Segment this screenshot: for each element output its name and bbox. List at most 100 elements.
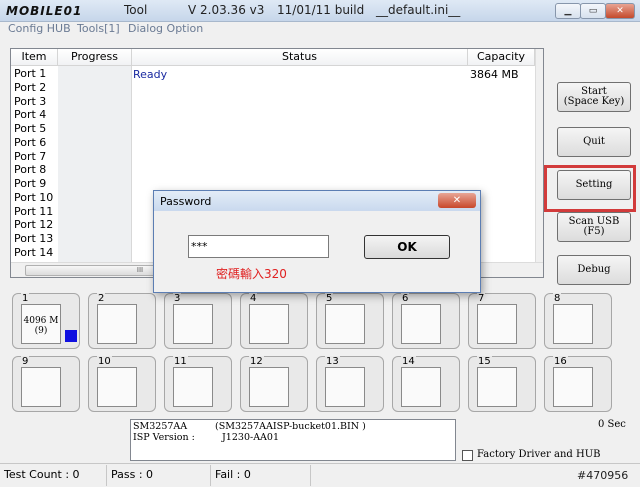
table-row[interactable]: Port 5 (14, 122, 46, 136)
port-slot-8[interactable]: 8 (544, 293, 612, 349)
table-row[interactable]: Port 7 (14, 150, 46, 164)
slot-display (401, 367, 441, 407)
menu-bar: Config HUB Tools[1] Dialog Option (0, 22, 640, 38)
pass-count: Pass : 0 (107, 465, 211, 486)
debug-button[interactable]: Debug (557, 255, 631, 285)
menu-dialog-option[interactable]: Dialog Option (128, 22, 203, 36)
isp-version-value: J1230-AA01 (222, 432, 280, 443)
port-slot-15[interactable]: 15 (468, 356, 536, 412)
minimize-button[interactable]: ▁ (555, 3, 581, 19)
slot-number: 12 (249, 356, 264, 367)
table-row[interactable]: Port 14 (14, 246, 53, 260)
quit-button[interactable]: Quit (557, 127, 631, 157)
port-slot-2[interactable]: 2 (88, 293, 156, 349)
table-row[interactable]: Port 9 (14, 177, 46, 191)
slot-number: 16 (553, 356, 568, 367)
start-button[interactable]: Start (Space Key) (557, 82, 631, 112)
firmware-info-box: SM3257AA (SM3257AAISP-bucket01.BIN ) ISP … (130, 419, 456, 461)
title-bar: MOBILE01 Tool V 2.03.36 v3 11/01/11 buil… (0, 0, 640, 22)
slot-display (249, 367, 289, 407)
slot-display (477, 304, 517, 344)
port-slot-6[interactable]: 6 (392, 293, 460, 349)
password-hint: 密碼輸入320 (216, 267, 287, 281)
table-row[interactable]: Port 6 (14, 136, 46, 150)
slot-number: 4 (249, 293, 258, 304)
menu-tools[interactable]: Tools[1] (77, 22, 120, 36)
slot-display (97, 304, 137, 344)
dialog-body: *** OK 密碼輸入320 (154, 211, 480, 292)
table-row[interactable]: Port 13 (14, 232, 53, 246)
column-progress[interactable]: Progress (58, 49, 132, 66)
dialog-title-bar[interactable]: Password ✕ (154, 191, 480, 211)
column-item[interactable]: Item (11, 49, 58, 66)
port-slot-9[interactable]: 9 (12, 356, 80, 412)
slot-display (401, 304, 441, 344)
slot-number: 6 (401, 293, 410, 304)
maximize-button[interactable]: ▭ (580, 3, 606, 19)
slot-display (325, 304, 365, 344)
title-version: V 2.03.36 v3 (188, 3, 265, 17)
port-slot-3[interactable]: 3 (164, 293, 232, 349)
slot-number: 7 (477, 293, 486, 304)
password-input[interactable]: *** (188, 235, 329, 258)
port-slot-13[interactable]: 13 (316, 356, 384, 412)
title-build-date: 11/01/11 build (277, 3, 365, 17)
ok-button[interactable]: OK (364, 235, 450, 259)
table-row[interactable]: Port 8 (14, 163, 46, 177)
table-header: Item Progress Status Capacity (11, 49, 543, 66)
title-tool: Tool (124, 3, 148, 17)
watermark: #470956 (577, 469, 629, 482)
slot-display (21, 367, 61, 407)
slot-display (249, 304, 289, 344)
mobile01-logo: MOBILE01 (6, 4, 83, 18)
port-slot-7[interactable]: 7 (468, 293, 536, 349)
close-button[interactable]: ✕ (605, 3, 635, 19)
vertical-scrollbar[interactable] (535, 49, 543, 262)
status-cell: Ready (133, 68, 168, 81)
table-row[interactable]: Port 10 (14, 191, 53, 205)
table-row[interactable]: Port 3 (14, 95, 46, 109)
port-slot-1[interactable]: 1 4096 M (9) (12, 293, 80, 349)
table-row[interactable]: Port 12 (14, 218, 53, 232)
column-status[interactable]: Status (132, 49, 468, 66)
slot-display (477, 367, 517, 407)
port-slot-16[interactable]: 16 (544, 356, 612, 412)
table-row[interactable]: Port 4 (14, 108, 46, 122)
slot-display (97, 367, 137, 407)
factory-driver-label[interactable]: Factory Driver and HUB (477, 449, 600, 460)
table-row[interactable]: Port 1 (14, 67, 46, 81)
slot-number: 15 (477, 356, 492, 367)
port-slot-10[interactable]: 10 (88, 356, 156, 412)
factory-driver-checkbox[interactable] (462, 450, 473, 461)
setting-button[interactable]: Setting (557, 170, 631, 200)
table-row[interactable]: Port 11 (14, 205, 53, 219)
scan-usb-button[interactable]: Scan USB (F5) (557, 212, 631, 242)
slot-display (173, 304, 213, 344)
port-slot-11[interactable]: 11 (164, 356, 232, 412)
column-capacity[interactable]: Capacity (468, 49, 535, 66)
port-slot-14[interactable]: 14 (392, 356, 460, 412)
slot-number: 2 (97, 293, 106, 304)
slot-number: 1 (21, 293, 30, 304)
port-slot-4[interactable]: 4 (240, 293, 308, 349)
slot-display (325, 367, 365, 407)
slot-number: 14 (401, 356, 416, 367)
slot-number: 3 (173, 293, 182, 304)
title-ini-file: __default.ini__ (376, 3, 461, 17)
slot-display (173, 367, 213, 407)
dialog-title: Password (160, 195, 212, 208)
slot-number: 5 (325, 293, 334, 304)
port-slot-12[interactable]: 12 (240, 356, 308, 412)
controller-name: SM3257AA (133, 421, 188, 432)
capacity-cell: 3864 MB (470, 68, 519, 81)
fail-count: Fail : 0 (211, 465, 311, 486)
status-bar: Test Count : 0 Pass : 0 Fail : 0 (0, 463, 640, 487)
password-dialog: Password ✕ *** OK 密碼輸入320 (153, 190, 481, 293)
port-slot-5[interactable]: 5 (316, 293, 384, 349)
slot-size: 4096 M (23, 316, 59, 326)
menu-config-hub[interactable]: Config HUB (8, 22, 71, 36)
progress-column (58, 66, 132, 262)
dialog-close-button[interactable]: ✕ (438, 193, 476, 208)
table-row[interactable]: Port 2 (14, 81, 46, 95)
bin-file: (SM3257AAISP-bucket01.BIN ) (215, 421, 366, 432)
